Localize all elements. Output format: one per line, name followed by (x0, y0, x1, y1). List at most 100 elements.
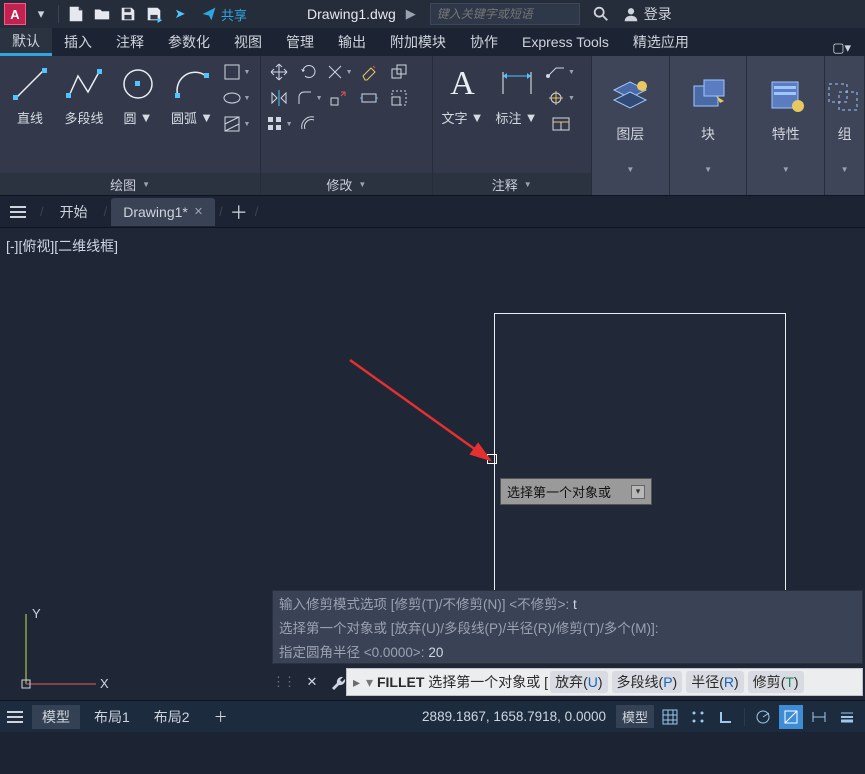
scale-icon[interactable] (385, 86, 413, 110)
grid-icon[interactable] (658, 705, 682, 729)
tab-view[interactable]: 视图 (222, 28, 274, 56)
properties-icon[interactable] (764, 74, 808, 118)
search-input[interactable] (430, 3, 580, 25)
leader-split-button[interactable]: ▼ (545, 60, 577, 84)
arc-button[interactable]: 圆弧▼ (166, 60, 218, 169)
tab-addins[interactable]: 附加模块 (378, 28, 458, 56)
otrack-icon[interactable] (807, 705, 831, 729)
ribbon-minimize-icon[interactable]: ▢▾ (818, 40, 865, 56)
layer-icon[interactable] (608, 74, 652, 118)
ortho-icon[interactable] (714, 705, 738, 729)
forward-icon[interactable]: ➤ (169, 3, 191, 25)
chevron-down-icon[interactable]: ▼ (200, 110, 213, 125)
search-icon[interactable] (592, 5, 610, 23)
title-caret-icon[interactable]: ▶ (406, 6, 416, 22)
dimension-button[interactable]: 标注▼ (491, 60, 543, 169)
tab-collaborate[interactable]: 协作 (458, 28, 510, 56)
tab-manage[interactable]: 管理 (274, 28, 326, 56)
command-line-handle[interactable]: ⋮⋮ ✕ (272, 668, 350, 696)
copy-icon[interactable] (385, 60, 413, 84)
panel-draw-title[interactable]: 绘图▼ (0, 173, 260, 195)
tab-start[interactable]: 开始 (48, 198, 100, 226)
tab-drawing1[interactable]: Drawing1* ✕ (111, 198, 215, 226)
grip-icon[interactable]: ⋮⋮ (272, 674, 294, 690)
explode-icon[interactable] (325, 86, 353, 110)
trim-split-button[interactable]: ▼ (325, 60, 353, 84)
tab-layout1[interactable]: 布局1 (84, 705, 140, 729)
panel-modify-title[interactable]: 修改▼ (261, 173, 431, 195)
close-icon[interactable]: ✕ (194, 205, 203, 218)
properties-label: 特性 (772, 124, 800, 144)
mirror-icon[interactable] (265, 86, 293, 110)
close-commandline-icon[interactable]: ✕ (302, 674, 322, 690)
drawing-canvas[interactable]: [-][俯视][二维线框] 选择第一个对象或 ▾ Y X 输入修剪模式选项 [修… (0, 228, 865, 700)
tooltip-options-icon[interactable]: ▾ (631, 485, 645, 499)
tab-output[interactable]: 输出 (326, 28, 378, 56)
erase-icon[interactable] (355, 60, 383, 84)
panel-block-expand[interactable]: ▼ (670, 162, 747, 176)
app-menu-dropdown-icon[interactable]: ▾ (30, 3, 52, 25)
svg-text:Y: Y (32, 606, 41, 621)
group-icon[interactable] (825, 74, 865, 118)
open-icon[interactable] (91, 3, 113, 25)
panel-properties-expand[interactable]: ▼ (747, 162, 824, 176)
snap-icon[interactable] (686, 705, 710, 729)
tab-model[interactable]: 模型 (32, 705, 80, 729)
circle-button[interactable]: 圆▼ (112, 60, 164, 169)
saveas-icon[interactable] (143, 3, 165, 25)
login-button[interactable]: 登录 (622, 4, 672, 24)
new-tab-button[interactable]: ＋ (227, 200, 251, 224)
table-button[interactable] (545, 112, 577, 136)
fillet-split-button[interactable]: ▼ (295, 86, 323, 110)
new-icon[interactable] (65, 3, 87, 25)
polyline-button[interactable]: 多段线 (58, 60, 110, 169)
panel-draw: 直线 多段线 圆▼ 圆弧▼ ▼ ▼ ▼ 绘图▼ (0, 56, 261, 195)
layout-menu-icon[interactable] (6, 710, 24, 724)
hamburger-icon[interactable] (8, 204, 28, 220)
panel-layer-expand[interactable]: ▼ (592, 162, 669, 176)
chevron-down-icon[interactable]: ▼ (525, 110, 538, 125)
viewport-label[interactable]: [-][俯视][二维线框] (6, 236, 118, 256)
polygon-split-button[interactable]: ▼ (220, 60, 252, 84)
command-history: 输入修剪模式选项 [修剪(T)/不修剪(N)] <不修剪>: t 选择第一个对象… (272, 590, 863, 664)
move-icon[interactable] (265, 60, 293, 84)
add-layout-button[interactable]: ＋ (204, 705, 238, 729)
ucs-icon: Y X (14, 596, 114, 696)
command-line[interactable]: ▸ ▾ FILLET 选择第一个对象或 [ 放弃(U) 多段线(P) 半径(R)… (346, 668, 863, 696)
rotate-icon[interactable] (295, 60, 323, 84)
lineweight-icon[interactable] (835, 705, 859, 729)
block-icon[interactable] (686, 74, 730, 118)
centermark-split-button[interactable]: ▼ (545, 86, 577, 110)
chevron-down-icon[interactable]: ▼ (471, 110, 484, 125)
tab-insert[interactable]: 插入 (52, 28, 104, 56)
tab-parametric[interactable]: 参数化 (156, 28, 222, 56)
tab-featured-apps[interactable]: 精选应用 (621, 28, 701, 56)
panel-modify: ▼ ▼ ▼ 修改▼ (261, 56, 432, 195)
model-space-badge[interactable]: 模型 (616, 705, 654, 728)
share-button[interactable]: 共享 (201, 5, 247, 24)
opt-undo[interactable]: 放弃(U) (550, 671, 607, 693)
opt-polyline[interactable]: 多段线(P) (612, 671, 683, 693)
save-icon[interactable] (117, 3, 139, 25)
tab-default[interactable]: 默认 (0, 28, 52, 56)
opt-trim[interactable]: 修剪(T) (748, 671, 804, 693)
text-button[interactable]: A 文字▼ (437, 60, 489, 169)
tab-layout2[interactable]: 布局2 (144, 705, 200, 729)
offset-icon[interactable] (295, 112, 323, 136)
stretch-icon[interactable] (355, 86, 383, 110)
panel-group-expand[interactable]: ▼ (825, 162, 864, 176)
app-menu-button[interactable]: A (4, 3, 26, 25)
array-split-button[interactable]: ▼ (265, 112, 293, 136)
ellipse-split-button[interactable]: ▼ (220, 86, 252, 110)
opt-radius[interactable]: 半径(R) (686, 671, 743, 693)
polar-icon[interactable] (751, 705, 775, 729)
tab-annotate[interactable]: 注释 (104, 28, 156, 56)
hatch-split-button[interactable]: ▼ (220, 112, 252, 136)
tab-express-tools[interactable]: Express Tools (510, 28, 621, 56)
document-title: Drawing1.dwg (307, 6, 396, 22)
panel-annotate-title[interactable]: 注释▼ (433, 173, 591, 195)
chevron-down-icon[interactable]: ▼ (140, 110, 153, 125)
login-label: 登录 (644, 4, 672, 24)
osnap-icon[interactable] (779, 705, 803, 729)
line-button[interactable]: 直线 (4, 60, 56, 169)
